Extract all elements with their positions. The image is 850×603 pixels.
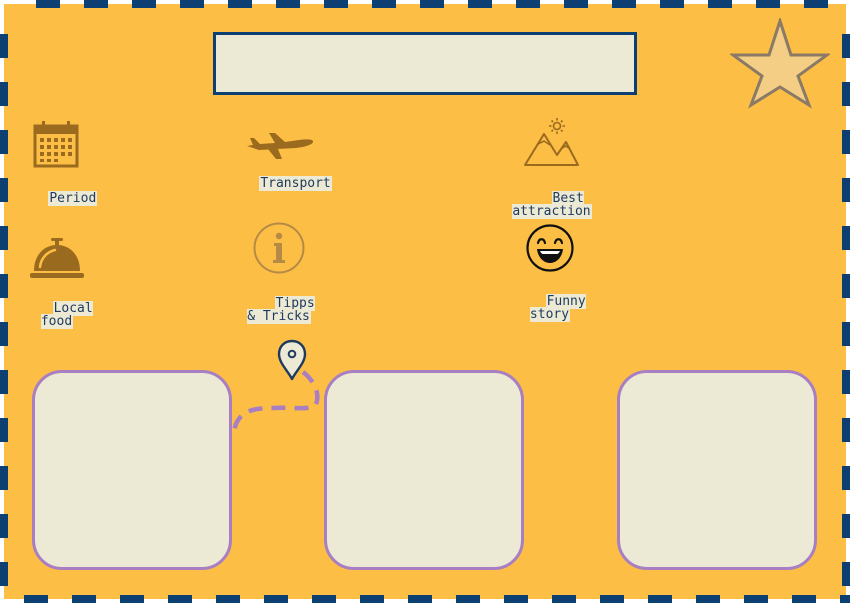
airplane-icon [247,133,314,159]
border-dash [842,226,850,250]
border-dash [842,34,850,58]
border-dash [756,0,780,8]
border-dash [0,226,8,250]
border-dash [792,595,816,603]
transport-label: Transport [259,176,332,191]
border-dash [0,370,8,394]
border-dash [600,595,624,603]
border-dash [0,466,8,490]
info-icon [253,222,305,274]
border-dash [0,178,8,202]
period-label: Period [48,191,98,206]
story-label: Funny story [529,294,586,322]
border-dash [564,0,588,8]
travel-card: Period Transport Best attraction Local f… [0,0,850,603]
border-dash [842,562,850,586]
border-dash [264,595,288,603]
border-dash [324,0,348,8]
mountain-sun-icon [524,118,579,166]
border-dash [84,0,108,8]
border-dash [842,178,850,202]
photo-box-1[interactable] [32,370,232,570]
border-dash [276,0,300,8]
border-dash [0,130,8,154]
border-dash [842,466,850,490]
cloche-icon [30,238,84,278]
border-dash [708,0,732,8]
border-dash [842,82,850,106]
border-dash [456,595,480,603]
border-dash [744,595,768,603]
photo-box-2[interactable] [324,370,524,570]
border-dash [0,514,8,538]
border-dash [0,322,8,346]
border-dash [120,595,144,603]
star-icon [730,18,830,109]
border-dash [804,0,828,8]
location-pin-icon [277,339,307,381]
border-dash [0,34,8,58]
border-dash [842,322,850,346]
border-dash [180,0,204,8]
photo-box-3[interactable] [617,370,817,570]
border-dash [36,0,60,8]
border-dash [360,595,384,603]
border-dash [660,0,684,8]
border-dash [552,595,576,603]
calendar-icon [33,121,79,168]
smiley-icon [526,224,574,272]
border-dash [0,274,8,298]
border-dash [132,0,156,8]
border-dash [842,274,850,298]
border-dash [0,82,8,106]
border-dash [420,0,444,8]
border-dash [842,370,850,394]
border-dash [842,130,850,154]
border-dash [72,595,96,603]
border-dash [312,595,336,603]
border-dash [168,595,192,603]
border-dash [408,595,432,603]
border-dash [840,595,850,603]
border-dash [504,595,528,603]
border-dash [516,0,540,8]
border-dash [842,418,850,442]
tips-label: Tipps & Tricks [247,296,315,324]
border-dash [24,595,48,603]
border-dash [372,0,396,8]
border-dash [0,418,8,442]
border-dash [0,562,8,586]
border-dash [216,595,240,603]
title-box[interactable] [213,32,637,95]
border-dash [648,595,672,603]
border-dash [228,0,252,8]
border-dash [468,0,492,8]
border-dash [696,595,720,603]
border-dash [612,0,636,8]
border-dash [842,514,850,538]
food-label: Local food [40,301,93,329]
